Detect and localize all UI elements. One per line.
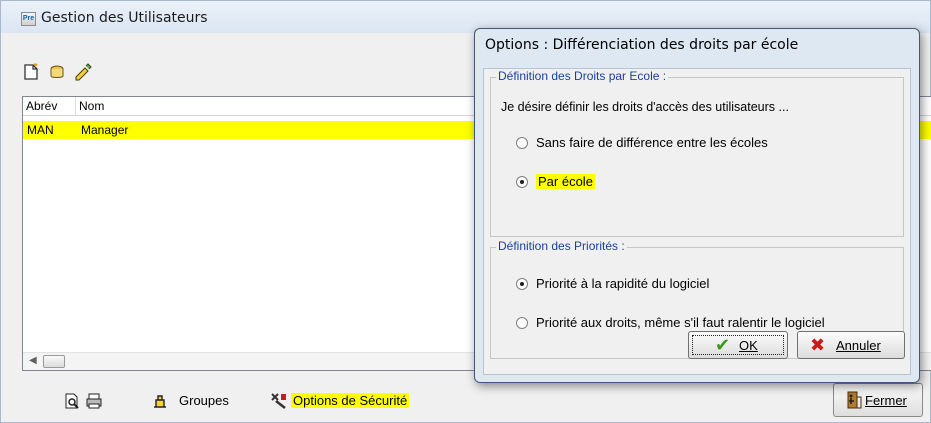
- radio-priority-speed-icon[interactable]: [516, 278, 528, 290]
- close-label: Fermer: [865, 393, 907, 408]
- cell-nom: Manager: [81, 123, 129, 137]
- main-window-title: Gestion des Utilisateurs: [41, 10, 208, 26]
- scrollbar-thumb[interactable]: [43, 355, 65, 368]
- radio-priority-rights-label: Priorité aux droits, même s'il faut rale…: [536, 315, 825, 330]
- cancel-x-icon: ✖: [810, 335, 826, 355]
- new-document-icon[interactable]: [21, 63, 41, 83]
- radio-per-school-icon[interactable]: [516, 176, 528, 188]
- column-header-abrev[interactable]: Abrév: [23, 97, 76, 116]
- rights-question: Je désire définir les droits d'accès des…: [501, 100, 789, 114]
- groups-label: Groupes: [179, 393, 229, 408]
- security-options-label: Options de Sécurité: [291, 393, 410, 408]
- rights-group: Définition des Droits par Ecole : Je dés…: [490, 69, 904, 237]
- options-dialog: Options : Différenciation des droits par…: [474, 28, 920, 383]
- radio-per-school-label: Par école: [536, 174, 595, 189]
- close-button[interactable]: Fermer: [833, 383, 923, 417]
- ok-label: OK: [739, 338, 758, 353]
- scroll-left-arrow-icon[interactable]: ◀: [29, 355, 37, 366]
- printer-icon[interactable]: [85, 391, 105, 411]
- app-icon: Pre: [21, 12, 36, 26]
- checkmark-icon: ✔: [715, 335, 731, 355]
- cell-abrev: MAN: [27, 123, 54, 137]
- dialog-titlebar[interactable]: Options : Différenciation des droits par…: [475, 29, 919, 59]
- radio-priority-speed-label: Priorité à la rapidité du logiciel: [536, 276, 710, 291]
- priorities-group-legend: Définition des Priorités :: [496, 239, 627, 253]
- open-icon[interactable]: [47, 63, 67, 83]
- security-options-icon[interactable]: [269, 391, 289, 411]
- exit-door-icon: [846, 391, 862, 414]
- radio-no-difference-icon[interactable]: [516, 137, 528, 149]
- radio-no-difference-label: Sans faire de différence entre les école…: [536, 135, 768, 150]
- print-preview-icon[interactable]: [63, 391, 83, 411]
- groups-button[interactable]: Groupes: [179, 391, 229, 411]
- dialog-title: Options : Différenciation des droits par…: [485, 37, 799, 53]
- rights-group-legend: Définition des Droits par Ecole :: [496, 69, 669, 83]
- groups-icon[interactable]: [151, 391, 171, 411]
- ok-button[interactable]: ✔ OK: [688, 331, 788, 359]
- dialog-body: Définition des Droits par Ecole : Je dés…: [483, 68, 911, 375]
- cancel-button[interactable]: ✖ Annuler: [797, 331, 905, 359]
- security-options-button[interactable]: Options de Sécurité: [291, 391, 410, 411]
- focus-rectangle: [692, 335, 784, 355]
- cancel-label: Annuler: [836, 338, 881, 353]
- radio-priority-rights-icon[interactable]: [516, 317, 528, 329]
- edit-icon[interactable]: [73, 63, 93, 83]
